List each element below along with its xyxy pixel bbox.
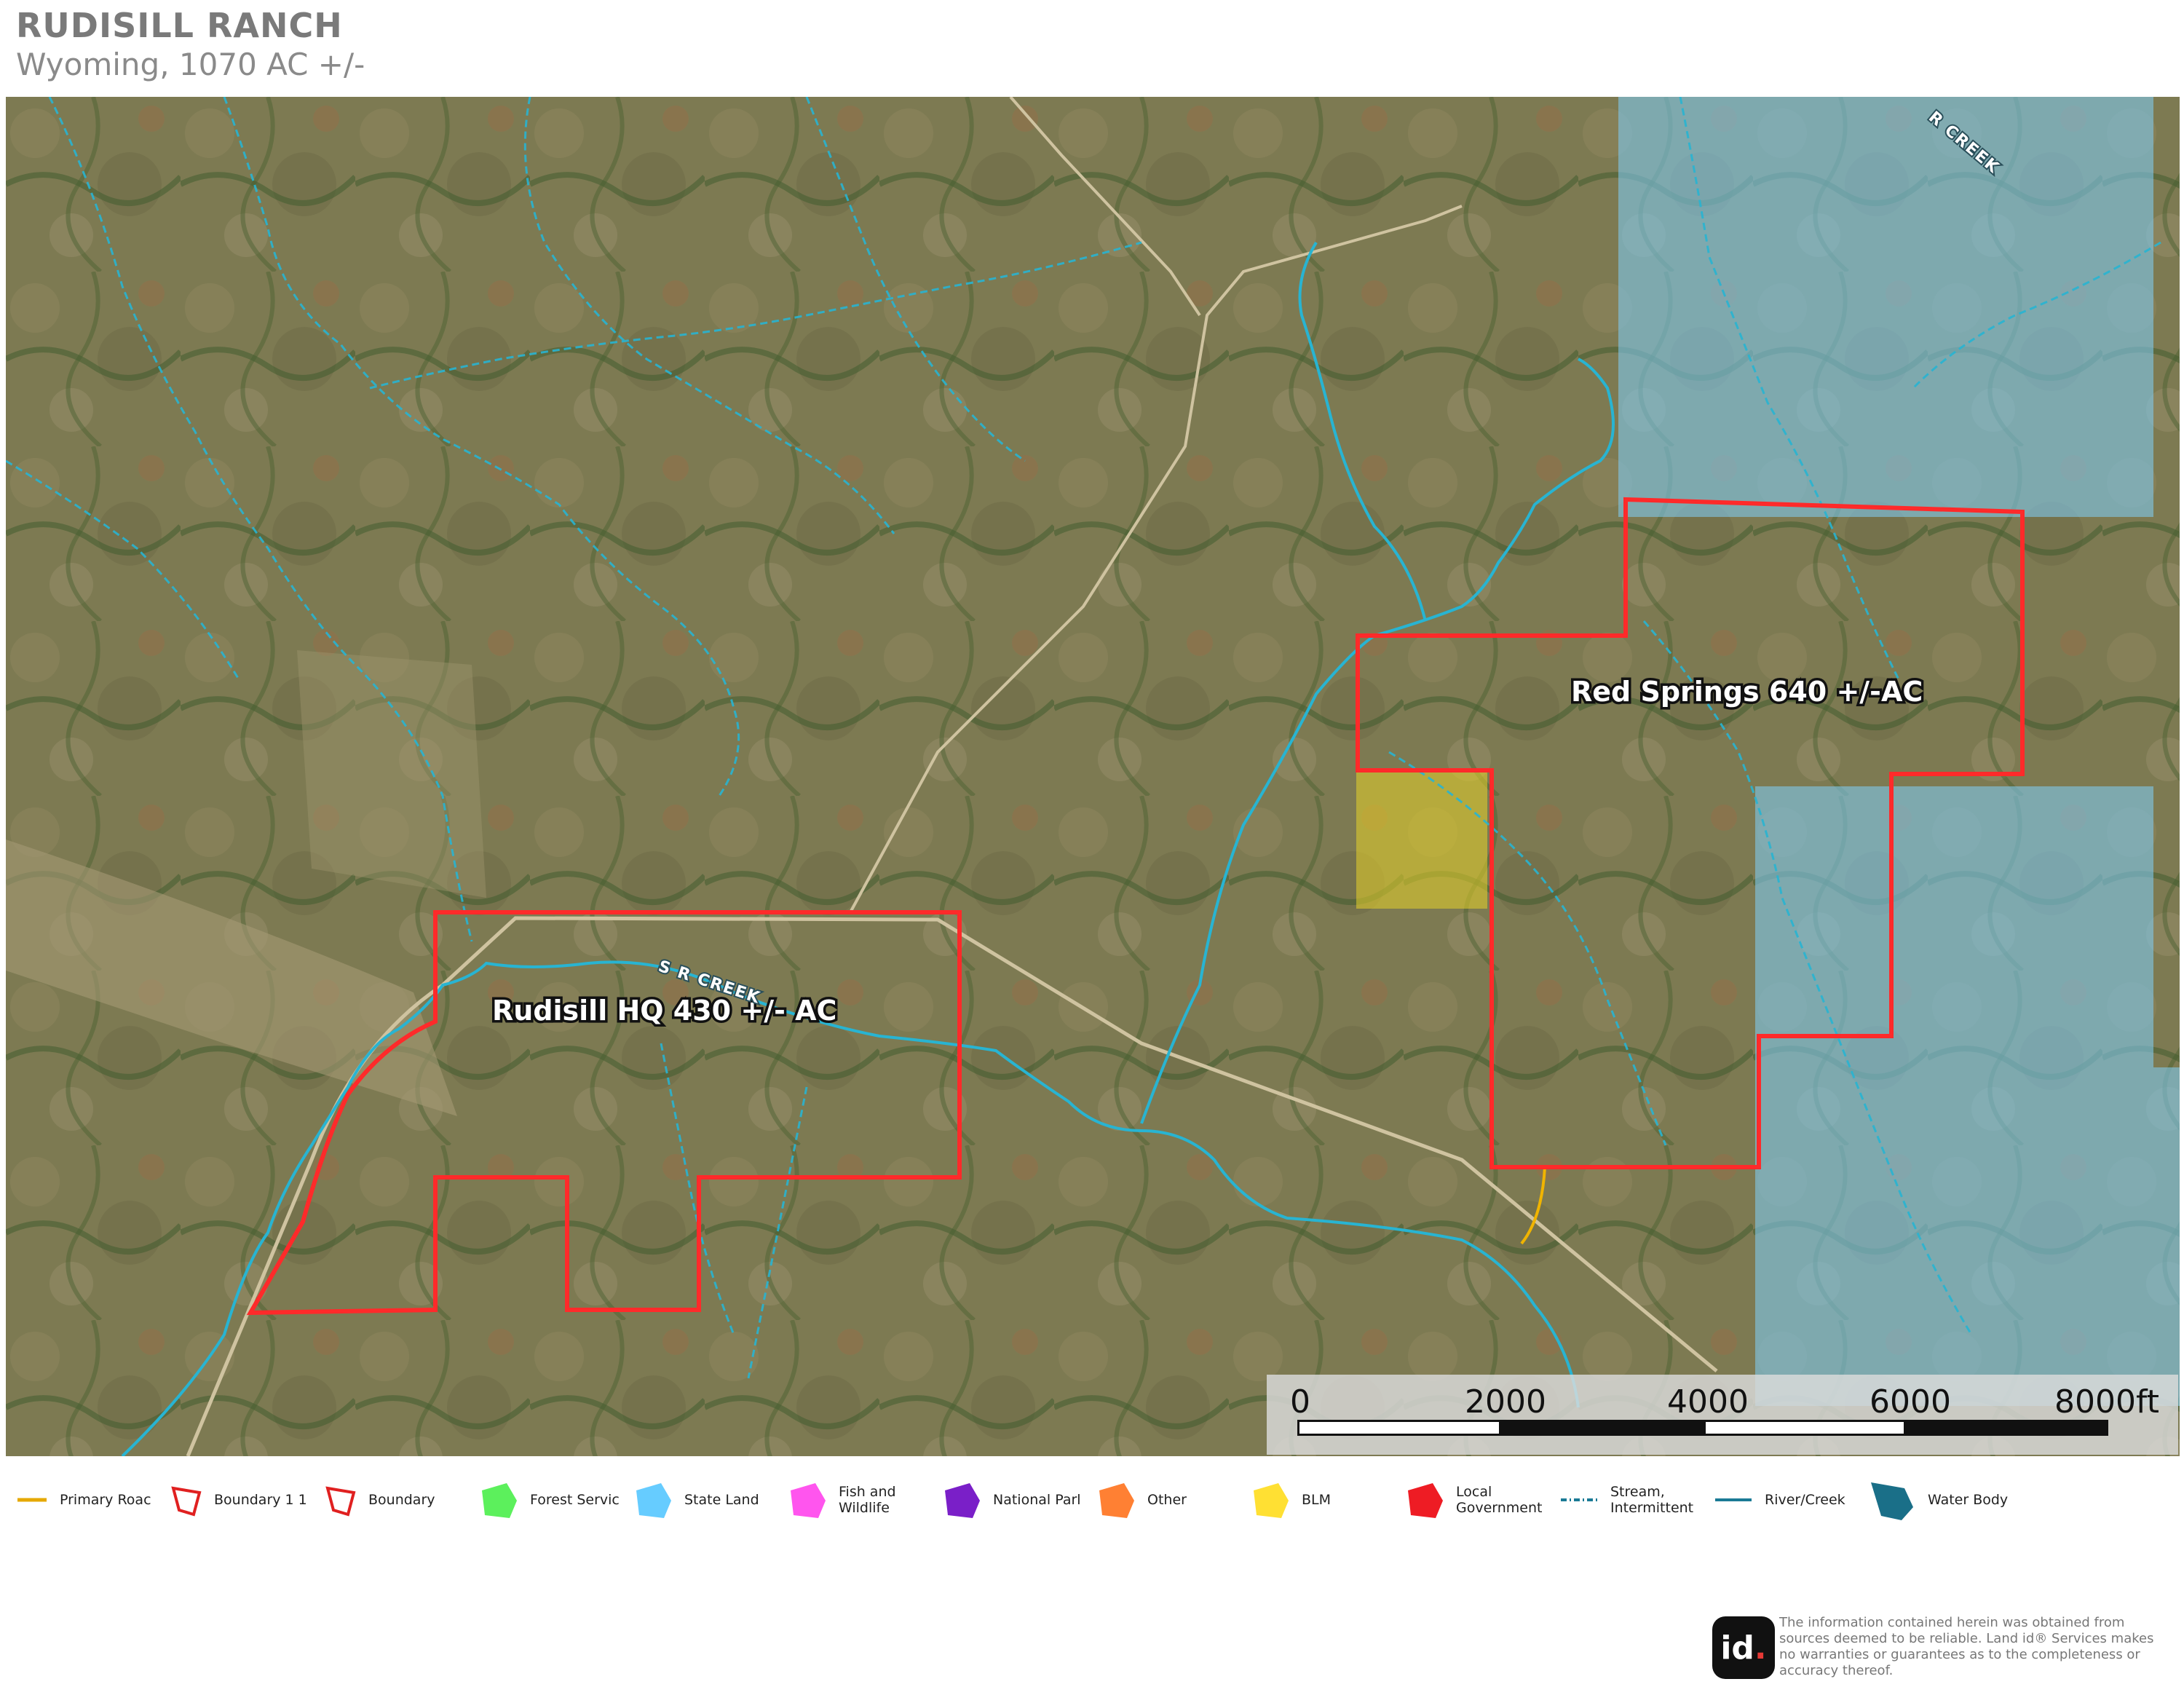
scale-segment: [1906, 1420, 2108, 1436]
legend-label: BLM: [1302, 1492, 1332, 1508]
forest-service-swatch-icon: [482, 1483, 517, 1518]
solid-line-icon: [1715, 1498, 1752, 1501]
legend-label: Fish and Wildlife: [839, 1484, 896, 1516]
legend-label: Primary Roac: [60, 1492, 151, 1508]
state-land-overlay-north: [1618, 97, 2153, 517]
legend-item-water-body: Water Body: [1867, 1478, 2008, 1522]
land-id-logo: id.: [1712, 1616, 1775, 1679]
scale-bar: 0 2000 4000 6000 8000ft: [1267, 1375, 2178, 1455]
legend-label: State Land: [684, 1492, 759, 1508]
map-canvas[interactable]: Rudisill HQ 430 +/- AC Red Springs 640 +…: [6, 97, 2180, 1456]
legend-item-boundary-1: Boundary 1 1: [169, 1478, 307, 1522]
legend-item-primary-road: Primary Roac: [15, 1478, 151, 1522]
blm-overlay: [1356, 770, 1487, 909]
legend-label: Other: [1147, 1492, 1187, 1508]
national-park-swatch-icon: [945, 1483, 980, 1518]
map-title: RUDISILL RANCH: [16, 6, 343, 45]
dashed-line-icon: [1561, 1498, 1597, 1501]
state-land-overlay-east: [1755, 786, 2153, 1067]
disclaimer-text: The information contained herein was obt…: [1779, 1615, 2154, 1678]
legend-item-state-land: State Land: [632, 1478, 759, 1522]
state-land-swatch-icon: [636, 1483, 671, 1518]
scale-segment: [1297, 1420, 1501, 1436]
legend-item-river-creek: River/Creek: [1712, 1478, 1845, 1522]
water-body-swatch-icon: [1871, 1482, 1913, 1520]
legend-item-forest-service: Forest Servic: [478, 1478, 620, 1522]
legend-item-local-government: Local Government: [1404, 1478, 1551, 1522]
legend-item-national-park: National Parl: [941, 1478, 1081, 1522]
legend-item-other: Other: [1095, 1478, 1187, 1522]
valley-floor-north: [297, 650, 486, 898]
local-government-swatch-icon: [1408, 1483, 1443, 1518]
legend-label: Boundary: [368, 1492, 435, 1508]
legend-label: Stream, Intermittent: [1610, 1484, 1694, 1516]
parcel-label-red-springs: Red Springs 640 +/-AC: [1571, 676, 1923, 708]
legend-label: Water Body: [1928, 1492, 2009, 1508]
scale-tick-label: 4000: [1667, 1383, 1749, 1421]
primary-road-line-icon: [17, 1498, 47, 1502]
other-swatch-icon: [1099, 1483, 1134, 1518]
boundary-outline-icon: [171, 1486, 202, 1517]
legend-item-blm: BLM: [1249, 1478, 1331, 1522]
satellite-map: Rudisill HQ 430 +/- AC Red Springs 640 +…: [6, 97, 2180, 1456]
fish-wildlife-swatch-icon: [791, 1483, 826, 1518]
map-subtitle: Wyoming, 1070 AC +/-: [16, 47, 365, 82]
scale-tick-label: 2000: [1465, 1383, 1546, 1421]
parcel-label-rudisill-hq: Rudisill HQ 430 +/- AC: [492, 995, 836, 1027]
scale-segment: [1501, 1420, 1704, 1436]
scale-segment: [1704, 1420, 1906, 1436]
legend-label: National Parl: [993, 1492, 1081, 1508]
boundary-outline-icon: [325, 1486, 356, 1517]
map-legend: Primary Roac Boundary 1 1 Boundary Fores…: [0, 1478, 2184, 1522]
legend-item-stream-intermittent: Stream, Intermittent: [1558, 1478, 1705, 1522]
blm-swatch-icon: [1254, 1483, 1289, 1518]
scale-tick-label: 0: [1290, 1383, 1310, 1421]
scale-tick-label: 8000ft: [2054, 1383, 2159, 1421]
legend-label: Local Government: [1456, 1484, 1543, 1516]
legend-label: Forest Servic: [530, 1492, 620, 1508]
legend-label: Boundary 1 1: [214, 1492, 307, 1508]
legend-label: River/Creek: [1765, 1492, 1845, 1508]
legend-item-boundary: Boundary: [323, 1478, 435, 1522]
state-land-overlay-southeast: [1755, 1067, 2180, 1406]
scale-tick-label: 6000: [1870, 1383, 1951, 1421]
legend-item-fish-wildlife: Fish and Wildlife: [786, 1478, 911, 1522]
